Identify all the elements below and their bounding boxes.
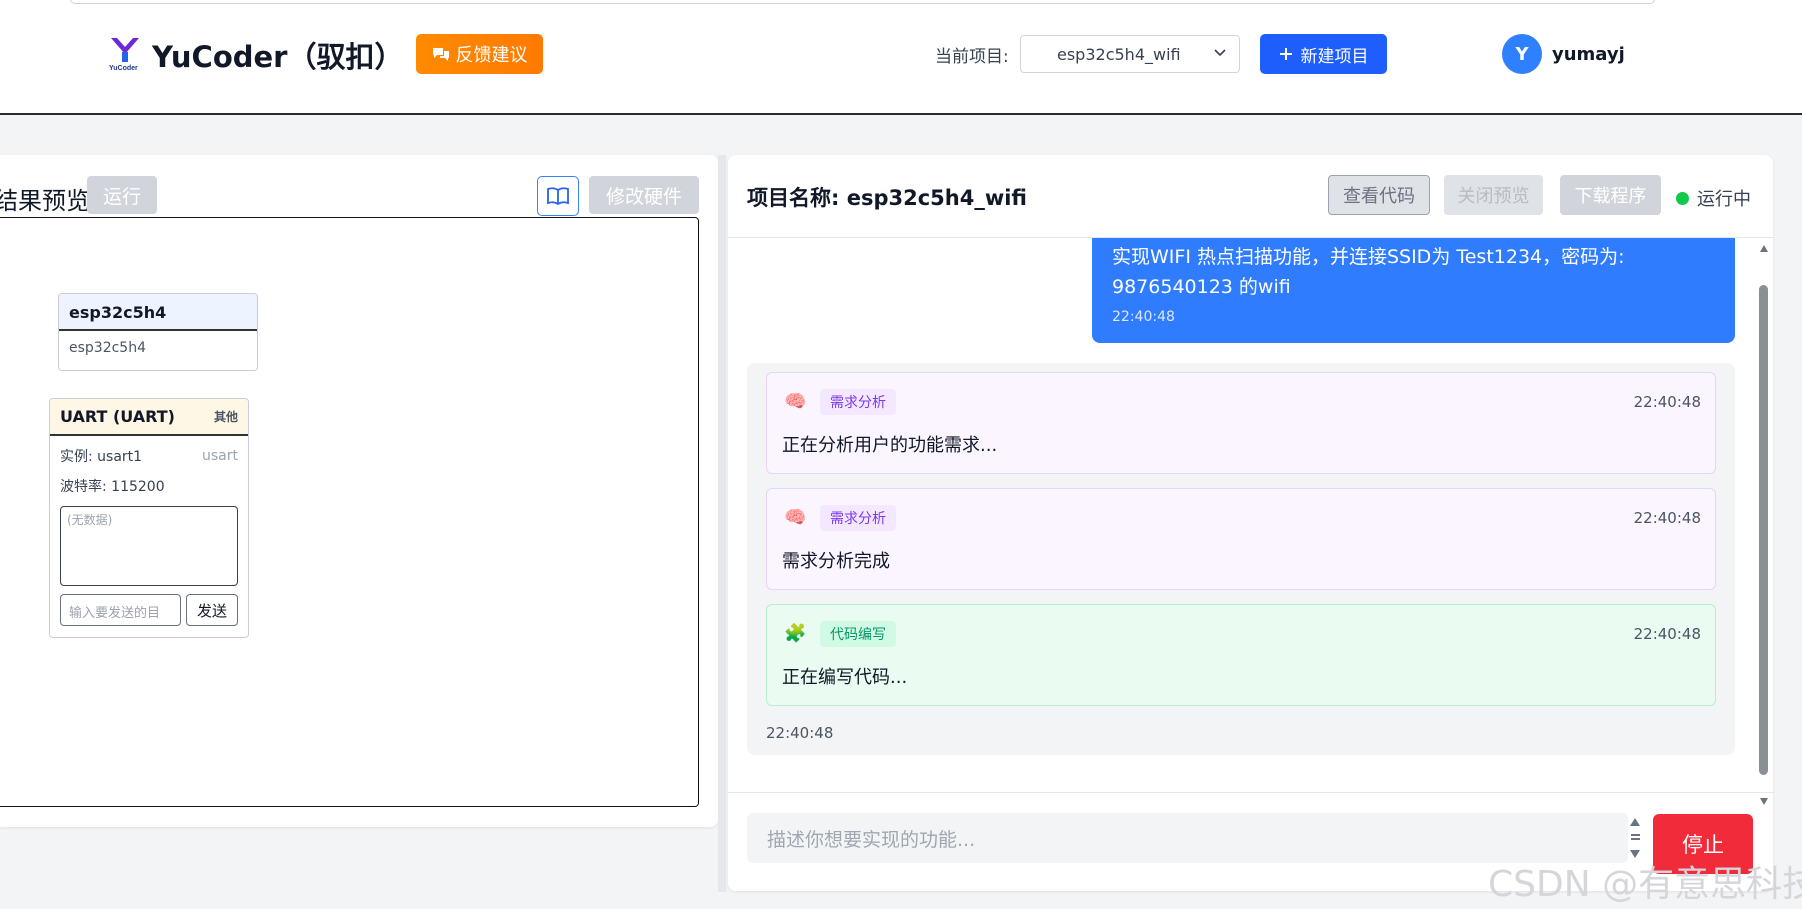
uart-card[interactable]: UART (UART) 其他 实例: usart1 usart 波特率: 115… [49,398,249,638]
chip-card[interactable]: esp32c5h4 esp32c5h4 [58,293,258,371]
username[interactable]: yumayj [1552,44,1625,65]
project-chat-panel: 项目名称: esp32c5h4_wifi 查看代码 关闭预览 下载程序 运行中 … [728,155,1773,891]
status-text: 运行中 [1697,189,1751,210]
puzzle-icon: 🧩 [784,623,807,644]
run-button[interactable]: 运行 [87,176,157,214]
uart-instance: 实例: usart1 [60,449,143,465]
uart-card-tag: 其他 [213,410,238,424]
uart-baud-rate: 波特率: 115200 [60,479,165,495]
message-text: 需求分析完成 [782,551,890,572]
stage-badge: 代码编写 [820,621,896,647]
download-program-button[interactable]: 下载程序 [1560,175,1661,215]
chevron-down-icon [1214,49,1226,57]
book-icon [547,187,569,205]
project-select[interactable]: esp32c5h4_wifi [1020,35,1240,73]
current-project-label: 当前项目: [935,47,1009,67]
preview-title: 结果预览 [0,187,90,215]
status-dot-icon [1676,191,1689,205]
group-time: 22:40:48 [766,724,834,742]
svg-text:YuCoder: YuCoder [109,65,138,72]
chat-scrollbar[interactable] [1759,245,1769,805]
textarea-resize-icon[interactable] [1629,818,1643,858]
run-status: 运行中 [1676,185,1751,211]
panel-resizer[interactable] [718,155,726,892]
app-header: YuCoder YuCoder（驭扣） 反馈建议 当前项目: esp32c5h4… [0,8,1802,115]
user-message-time: 22:40:48 [1112,309,1175,325]
progress-message: 🧠 需求分析 22:40:48 正在分析用户的功能需求... [766,372,1716,474]
view-code-button[interactable]: 查看代码 [1328,175,1430,215]
assistant-message-group: 🧠 需求分析 22:40:48 正在分析用户的功能需求... 🧠 需求分析 22… [747,363,1735,755]
progress-message: 🧠 需求分析 22:40:48 需求分析完成 [766,488,1716,590]
uart-send-input[interactable]: 输入要发送的目 [60,594,181,626]
browser-top-strip [0,0,1802,8]
project-select-value: esp32c5h4_wifi [1057,44,1181,64]
brand-title: YuCoder（驭扣） [152,40,404,74]
message-time: 22:40:48 [1633,393,1701,411]
scroll-up-icon[interactable] [1760,245,1768,252]
message-text: 正在编写代码... [782,667,908,688]
browser-address-bar[interactable] [70,0,1655,4]
watermark: CSDN @有意思科技 [1488,864,1802,905]
progress-message: 🧩 代码编写 22:40:48 正在编写代码... [766,604,1716,706]
close-preview-button[interactable]: 关闭预览 [1444,175,1543,215]
stage-badge: 需求分析 [820,505,896,531]
uart-data-output[interactable]: (无数据) [60,506,238,586]
user-message-text: 实现WIFI 热点扫描功能，并连接SSID为 Test1234，密码为: 987… [1112,246,1625,298]
uart-card-title: UART (UART) [60,407,175,426]
new-project-button[interactable]: 新建项目 [1260,34,1387,74]
modify-hardware-button[interactable]: 修改硬件 [589,176,699,214]
chip-card-title: esp32c5h4 [59,294,257,331]
yucoder-logo-icon: YuCoder [109,38,139,72]
feedback-button[interactable]: 反馈建议 [416,34,543,74]
project-name-title: 项目名称: esp32c5h4_wifi [747,186,1027,210]
uart-send-button[interactable]: 发送 [186,594,238,626]
stage-badge: 需求分析 [820,389,896,415]
message-time: 22:40:48 [1633,625,1701,643]
scroll-down-icon[interactable] [1760,798,1768,805]
avatar[interactable]: Y [1502,34,1542,74]
docs-button[interactable] [537,176,579,216]
chat-bubbles-icon [432,48,449,61]
new-project-label: 新建项目 [1300,46,1369,67]
message-text: 正在分析用户的功能需求... [782,435,998,456]
scroll-thumb[interactable] [1759,285,1768,775]
chip-card-body: esp32c5h4 [69,340,146,356]
brain-icon: 🧠 [784,391,807,412]
divider [728,792,1773,793]
plus-icon [1279,48,1292,60]
message-time: 22:40:48 [1633,509,1701,527]
brain-icon: 🧠 [784,507,807,528]
chat-history[interactable]: 实现WIFI 热点扫描功能，并连接SSID为 Test1234，密码为: 987… [728,238,1773,793]
user-message: 实现WIFI 热点扫描功能，并连接SSID为 Test1234，密码为: 987… [1092,238,1735,343]
feedback-label: 反馈建议 [455,45,528,66]
uart-instance-type: usart [202,448,238,464]
